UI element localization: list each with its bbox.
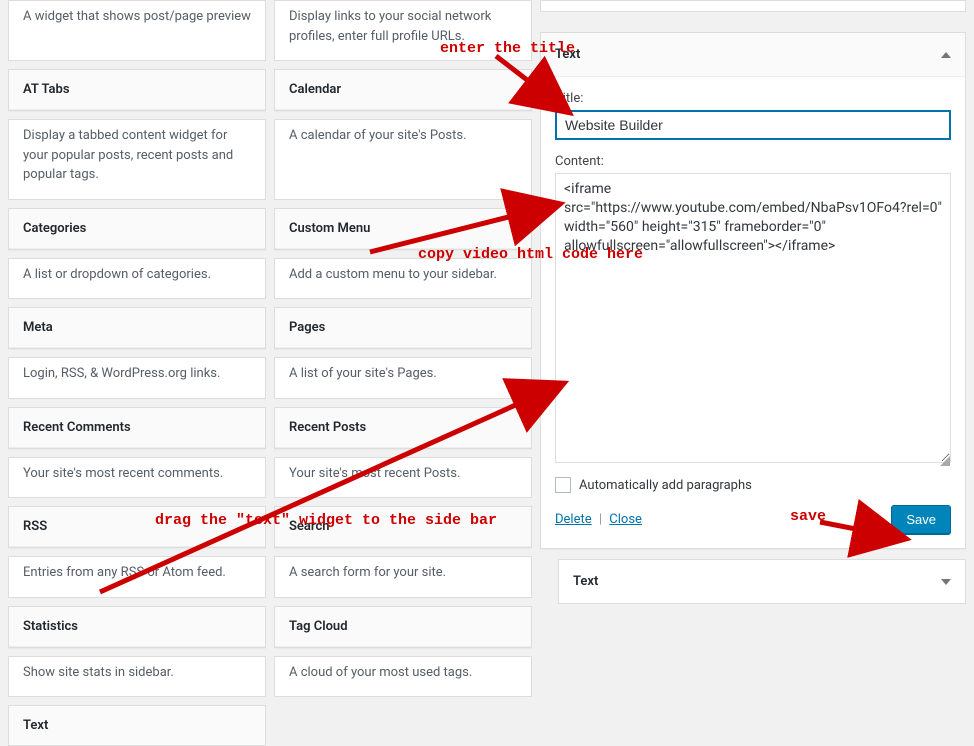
widget-desc: Login, RSS, & WordPress.org links. (8, 357, 266, 399)
widget-title[interactable]: Tag Cloud (275, 607, 531, 647)
widget-recent-posts[interactable]: Recent Posts (274, 407, 532, 449)
widget-title[interactable]: Pages (275, 308, 531, 348)
widget-title[interactable]: Recent Comments (9, 408, 265, 448)
widget-desc: A list of your site's Pages. (274, 357, 532, 399)
widget-title[interactable]: Calendar (275, 70, 531, 110)
panel-title: Text (573, 574, 598, 589)
sidebar-slot (540, 0, 966, 12)
content-textarea[interactable] (555, 173, 951, 463)
separator: | (599, 512, 602, 527)
widget-desc: Display links to your social network pro… (274, 0, 532, 61)
widget-categories[interactable]: Categories (8, 208, 266, 250)
widget-desc: Entries from any RSS or Atom feed. (8, 556, 266, 598)
text-widget-open: Text Title: Content: Automatically add p… (540, 32, 966, 549)
widget-pages[interactable]: Pages (274, 307, 532, 349)
title-input[interactable] (555, 110, 951, 140)
widget-meta[interactable]: Meta (8, 307, 266, 349)
widget-tag-cloud[interactable]: Tag Cloud (274, 606, 532, 648)
widget-recent-comments[interactable]: Recent Comments (8, 407, 266, 449)
widget-title[interactable]: Search (275, 507, 531, 547)
widget-statistics[interactable]: Statistics (8, 606, 266, 648)
autop-checkbox[interactable] (555, 477, 571, 493)
widget-desc: Your site's most recent comments. (8, 457, 266, 499)
expand-icon[interactable] (941, 579, 951, 585)
widget-desc: Display a tabbed content widget for your… (8, 119, 266, 200)
widget-desc: A cloud of your most used tags. (274, 656, 532, 698)
widget-desc: A search form for your site. (274, 556, 532, 598)
autop-label: Automatically add paragraphs (579, 478, 752, 493)
collapse-icon[interactable] (941, 52, 951, 58)
panel-header[interactable]: Text (541, 33, 965, 76)
widget-title[interactable]: RSS (9, 507, 265, 547)
content-label: Content: (555, 154, 951, 169)
widget-title[interactable]: Statistics (9, 607, 265, 647)
widget-desc: A list or dropdown of categories. (8, 258, 266, 300)
widget-title[interactable]: Custom Menu (275, 209, 531, 249)
widget-title[interactable]: Recent Posts (275, 408, 531, 448)
delete-link[interactable]: Delete (555, 512, 592, 527)
widget-desc: A calendar of your site's Posts. (274, 119, 532, 200)
widget-title[interactable]: Text (9, 706, 265, 745)
widget-custom-menu[interactable]: Custom Menu (274, 208, 532, 250)
title-label: Title: (555, 91, 951, 106)
widget-title[interactable]: AT Tabs (9, 70, 265, 110)
save-button[interactable]: Save (891, 505, 951, 534)
sidebar-area: Text Title: Content: Automatically add p… (540, 0, 974, 640)
widget-rss[interactable]: RSS (8, 506, 266, 548)
widget-title[interactable]: Meta (9, 308, 265, 348)
widget-title[interactable]: Categories (9, 209, 265, 249)
widget-search[interactable]: Search (274, 506, 532, 548)
widget-calendar[interactable]: Calendar (274, 69, 532, 111)
panel-title: Text (555, 47, 580, 62)
close-link[interactable]: Close (609, 512, 642, 527)
widget-desc: A widget that shows post/page preview (8, 0, 266, 61)
text-widget-collapsed[interactable]: Text (558, 559, 966, 604)
widget-desc: Show site stats in sidebar. (8, 656, 266, 698)
available-widgets: A widget that shows post/page preview Di… (0, 0, 540, 640)
widget-desc: Your site's most recent Posts. (274, 457, 532, 499)
widget-desc: Add a custom menu to your sidebar. (274, 258, 532, 300)
widget-text[interactable]: Text (8, 705, 266, 746)
widget-at-tabs[interactable]: AT Tabs (8, 69, 266, 111)
